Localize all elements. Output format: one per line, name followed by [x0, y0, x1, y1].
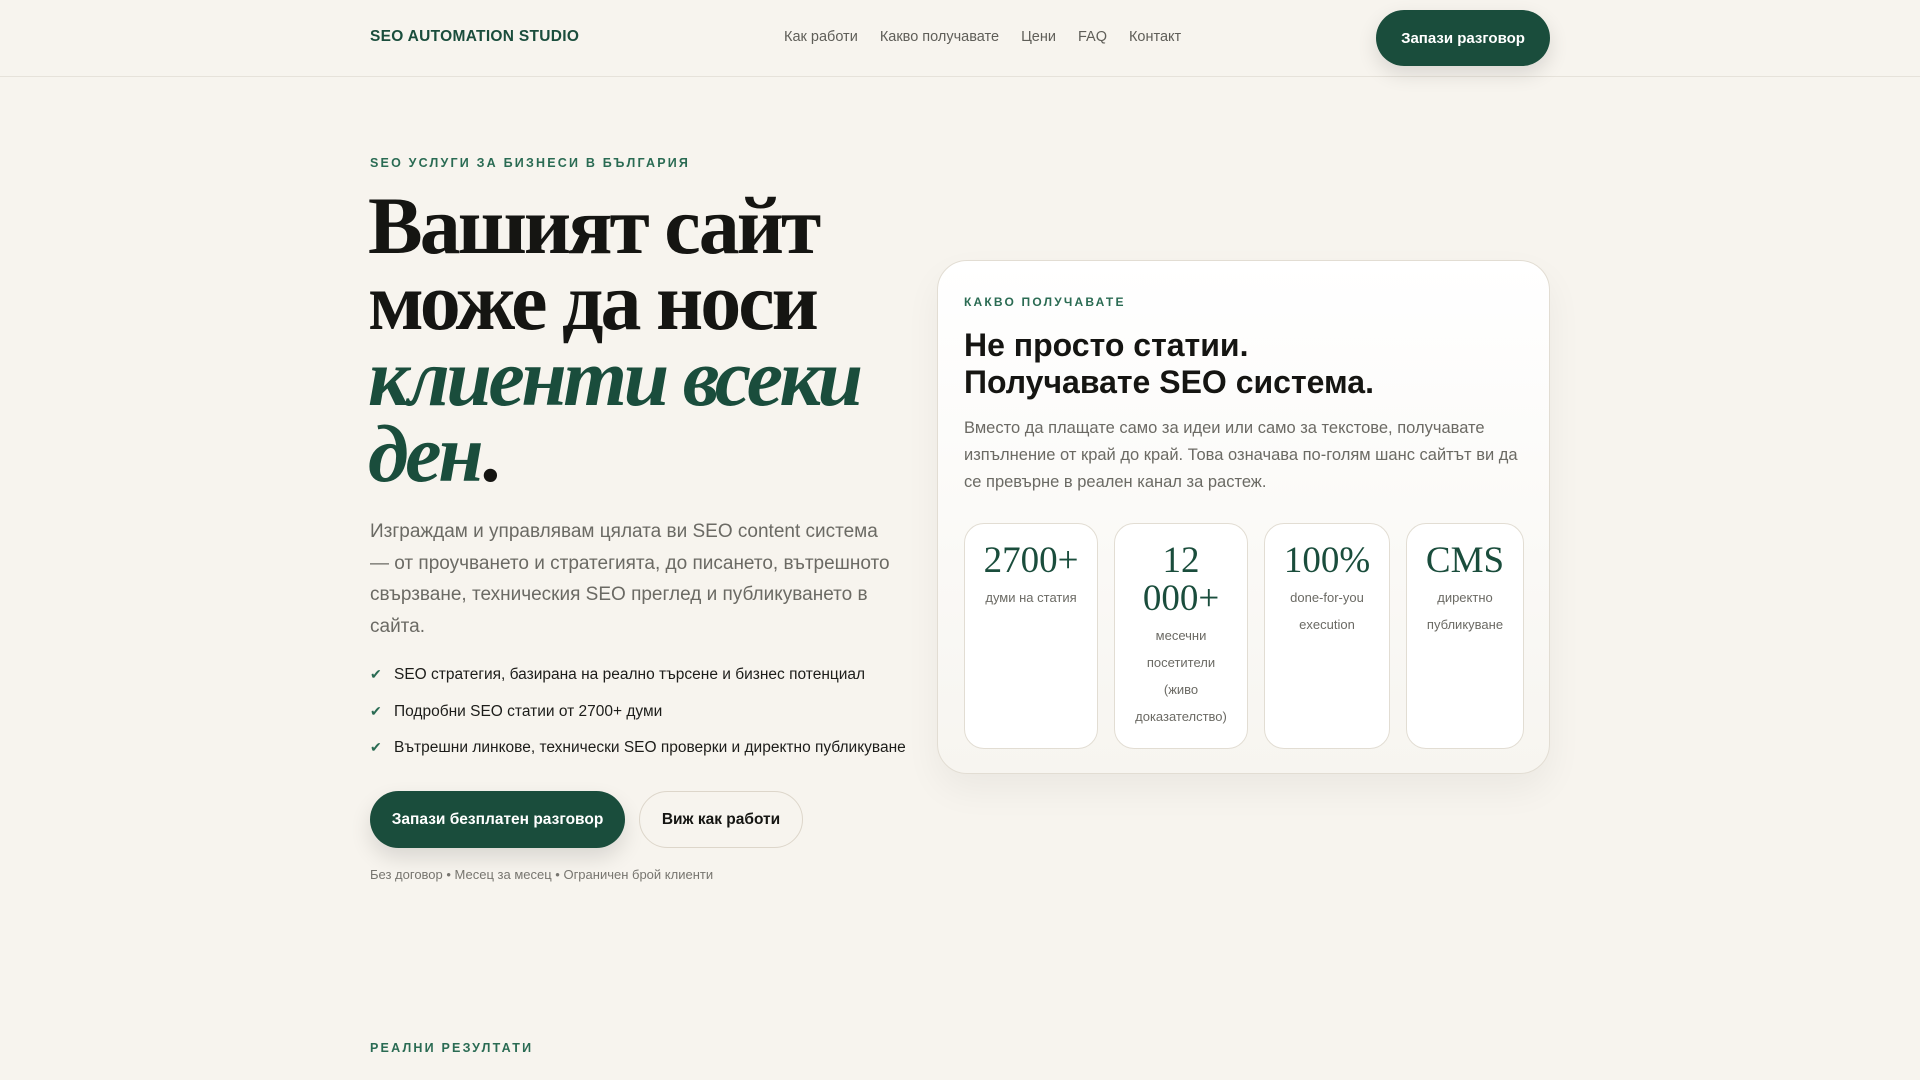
check-icon: ✔ — [370, 702, 382, 719]
nav-link-faq[interactable]: FAQ — [1078, 29, 1107, 45]
stat-value: 12 000+ — [1142, 540, 1220, 619]
feature-list: ✔ SEO стратегия, базирана на реално търсе… — [370, 666, 906, 776]
list-item: ✔ Вътрешни линкове, технически SEO провер… — [370, 739, 906, 776]
hero-eyebrow: SEO УСЛУГИ ЗА БИЗНЕСИ В БЪЛГАРИЯ — [370, 156, 691, 170]
stat-card: 100% done-for-you execution — [1264, 523, 1390, 749]
nav-link-pricing[interactable]: Цени — [1021, 29, 1056, 45]
stat-label: месечни посетители (живо доказателство) — [1135, 628, 1227, 724]
stat-label: думи на статия — [985, 590, 1077, 605]
list-item-text: SEO стратегия, базирана на реално търсен… — [394, 666, 866, 683]
nav-link-what[interactable]: Какво получавате — [880, 29, 999, 45]
list-item-text: Подробни SEO статии от 2700+ думи — [394, 702, 663, 720]
stat-label: директно публикуване — [1426, 590, 1504, 632]
stat-card: 12 000+ месечни посетители (живо доказате… — [1114, 523, 1248, 749]
stat-value: CMS — [1425, 540, 1505, 581]
list-item: ✔ SEO стратегия, базирана на реално търсе… — [370, 666, 906, 703]
results-eyebrow: РЕАЛНИ РЕЗУЛТАТИ — [370, 1041, 534, 1055]
hero-title: Вашият сайт може да носи клиенти всеки ден… — [368, 185, 908, 495]
nav-link-how[interactable]: Как работи — [784, 29, 858, 45]
benefits-card: КАКВО ПОЛУЧАВАТЕ Не просто статии. Получа… — [937, 260, 1550, 774]
check-icon: ✔ — [370, 666, 382, 682]
list-item-text: Вътрешни линкове, технически SEO проверк… — [394, 739, 906, 756]
title-accent: клиенти всеки ден — [368, 332, 863, 499]
stat-card: 2700+ думи на статия — [964, 523, 1098, 749]
stat-value: 100% — [1283, 540, 1371, 581]
logo[interactable]: SEO AUTOMATION STUDIO — [370, 28, 579, 46]
book-call-button[interactable]: Запази разговор — [1376, 10, 1550, 66]
top-nav: SEO AUTOMATION STUDIO Как работи Какво п… — [0, 0, 1920, 77]
nav-links: Как работи Какво получавате Цени FAQ Кон… — [784, 29, 1181, 45]
hero-note: Без договор • Месец за месец • Ограничен… — [370, 867, 714, 882]
nav-link-contact[interactable]: Контакт — [1129, 29, 1181, 45]
stat-card: CMS директно публикуване — [1406, 523, 1524, 749]
stat-value: 2700+ — [983, 540, 1079, 581]
how-it-works-button[interactable]: Виж как работи — [639, 791, 803, 848]
card-title-line-2: Получавате SEO система. — [964, 364, 1374, 400]
book-free-call-button[interactable]: Запази безплатен разговор — [370, 791, 625, 848]
list-item: ✔ Подробни SEO статии от 2700+ думи — [370, 703, 906, 740]
check-icon: ✔ — [370, 739, 382, 755]
card-title: Не просто статии. Получавате SEO система. — [964, 327, 1374, 401]
stats-row: 2700+ думи на статия 12 000+ месечни посет… — [964, 523, 1524, 749]
card-title-line-1: Не просто статии. — [964, 327, 1249, 363]
hero-lead: Изграждам и управлявам цялата ви SEO con… — [370, 521, 890, 637]
card-text: Вместо да плащате само за идеи или само … — [964, 419, 1518, 491]
card-eyebrow: КАКВО ПОЛУЧАВАТЕ — [964, 295, 1126, 309]
stat-label: done-for-you execution — [1290, 590, 1364, 632]
title-end: . — [480, 408, 500, 499]
